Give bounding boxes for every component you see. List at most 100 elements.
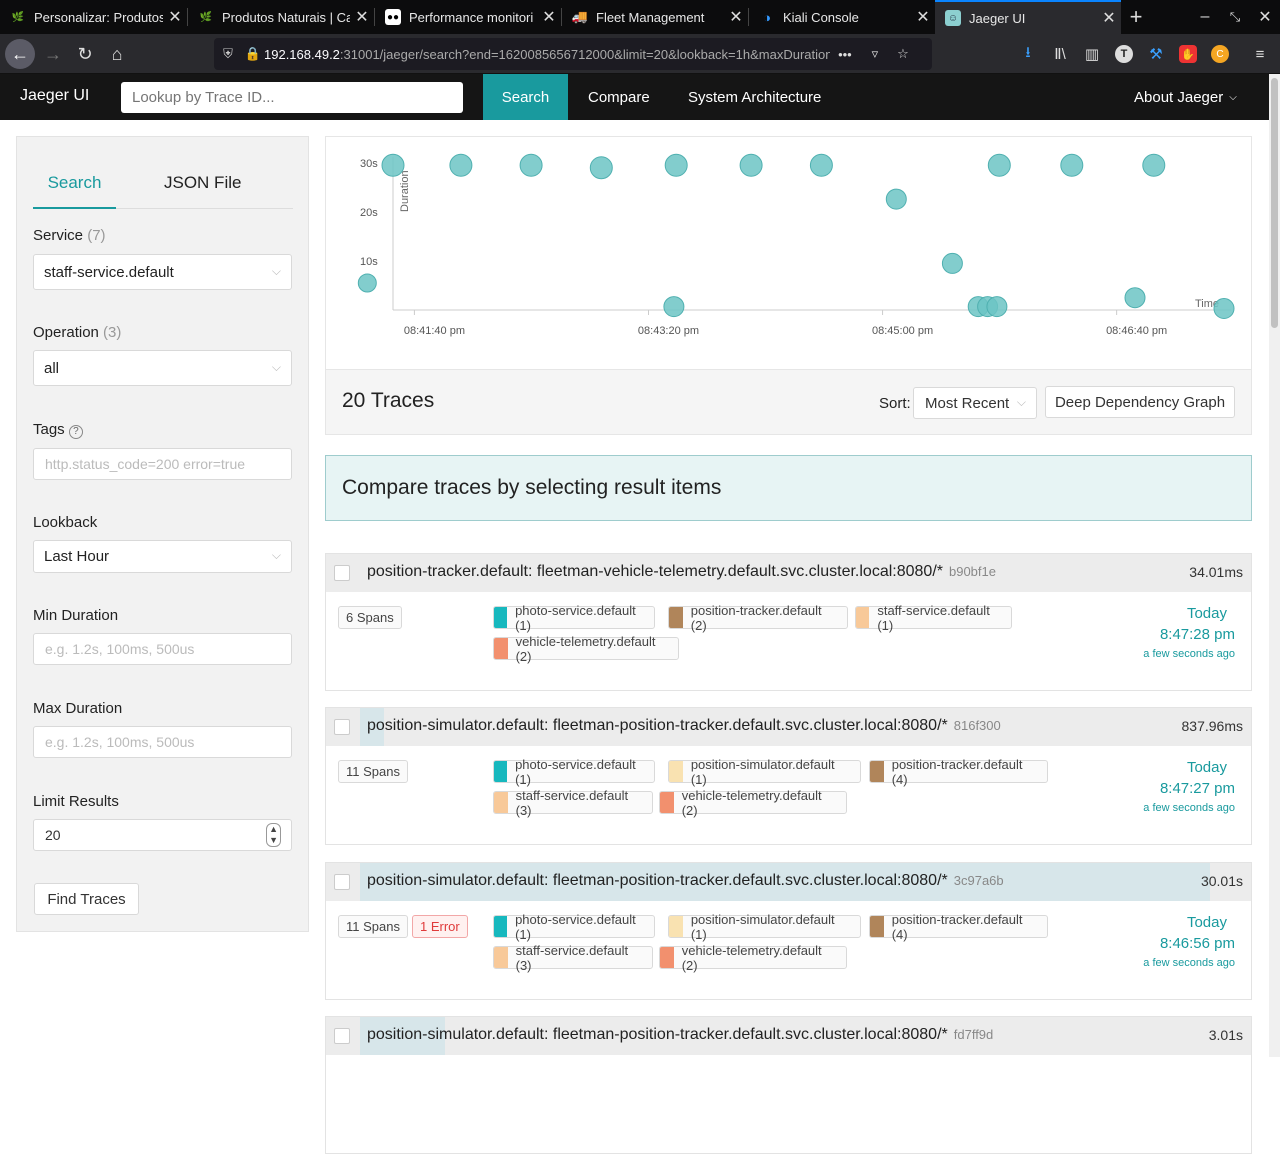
browser-tab[interactable]: 🚚 Fleet Management ✕ (562, 0, 748, 34)
close-icon[interactable]: ✕ (724, 7, 748, 27)
trace-id-lookup-input[interactable] (121, 82, 463, 113)
back-icon[interactable]: ← (5, 39, 35, 69)
compare-checkbox[interactable] (334, 565, 350, 581)
trace-point[interactable] (986, 296, 1008, 318)
trace-point[interactable] (1142, 153, 1166, 177)
chevron-down-icon: ⌵ (1229, 91, 1237, 103)
library-icon[interactable]: Ⅱ\ (1048, 42, 1072, 66)
jaeger-top-nav: Jaeger UI Search Compare System Architec… (0, 74, 1269, 120)
account-icon[interactable]: T (1112, 42, 1136, 66)
browser-tab[interactable]: ◑ Kiali Console ✕ (749, 0, 935, 34)
trace-point[interactable] (589, 156, 613, 180)
trace-point[interactable] (519, 153, 543, 177)
find-traces-button[interactable]: Find Traces (34, 883, 139, 915)
close-icon[interactable]: ✕ (163, 7, 187, 27)
devtools-icon[interactable]: ⚒ (1144, 42, 1168, 66)
trace-point[interactable] (987, 153, 1011, 177)
sort-select[interactable]: Most Recent ⌵ (913, 387, 1037, 419)
trace-header[interactable]: position-simulator.default: fleetman-pos… (326, 1017, 1251, 1055)
nav-search[interactable]: Search (483, 74, 568, 120)
deep-dependency-graph-button[interactable]: Deep Dependency Graph (1045, 386, 1235, 418)
close-icon[interactable]: ✕ (1097, 8, 1121, 28)
nav-about-jaeger[interactable]: About Jaeger ⌵ (1134, 74, 1237, 120)
trace-count: 20 Traces (342, 389, 435, 412)
min-duration-input[interactable]: e.g. 1.2s, 100ms, 500us (33, 633, 292, 665)
compare-checkbox[interactable] (334, 719, 350, 735)
tab-search[interactable]: Search (33, 169, 116, 209)
close-window-icon[interactable]: ✕ (1250, 0, 1280, 34)
trace-point[interactable] (885, 188, 907, 210)
trace-title[interactable]: position-tracker.default: fleetman-vehic… (367, 563, 996, 581)
home-icon[interactable]: ⌂ (102, 39, 132, 69)
minimize-icon[interactable]: – (1190, 0, 1220, 34)
restore-icon[interactable]: ⤡ (1220, 0, 1250, 34)
extension-icon[interactable]: C (1208, 42, 1232, 66)
tab-json-file[interactable]: JSON File (164, 169, 241, 209)
trace-header[interactable]: position-tracker.default: fleetman-vehic… (326, 554, 1251, 592)
trace-point[interactable] (1213, 298, 1235, 319)
reload-icon[interactable]: ↻ (70, 39, 100, 69)
trace-title[interactable]: position-simulator.default: fleetman-pos… (367, 717, 1001, 735)
address-bar[interactable]: ⛨ 🔒 192.168.49.2:31001/jaeger/search?end… (214, 38, 932, 70)
help-icon[interactable]: ? (68, 425, 83, 439)
trace-item[interactable]: position-simulator.default: fleetman-pos… (325, 707, 1252, 845)
browser-tab[interactable]: 🌿 Produtos Naturais | Ca ✕ (188, 0, 374, 34)
browser-tab-bar: 🌿 Personalizar: Produtos ✕ 🌿 Produtos Na… (0, 0, 1280, 34)
service-select[interactable]: staff-service.default ⌵ (33, 254, 292, 290)
page-scrollbar[interactable] (1269, 74, 1280, 1057)
browser-tab[interactable]: 🌿 Personalizar: Produtos ✕ (0, 0, 187, 34)
trace-point[interactable] (941, 252, 963, 274)
trace-point[interactable] (1060, 153, 1084, 177)
operation-select[interactable]: all ⌵ (33, 350, 292, 386)
trace-header[interactable]: position-simulator.default: fleetman-pos… (326, 863, 1251, 901)
trace-point[interactable] (357, 273, 377, 293)
download-icon[interactable]: ⭳ (1016, 42, 1040, 66)
trace-item[interactable]: position-tracker.default: fleetman-vehic… (325, 553, 1252, 691)
compare-checkbox[interactable] (334, 1028, 350, 1044)
bookmark-star-icon[interactable]: ☆ (890, 46, 916, 62)
trace-point[interactable] (663, 296, 685, 318)
trace-title[interactable]: position-simulator.default: fleetman-pos… (367, 872, 1004, 890)
trace-point[interactable] (449, 153, 473, 177)
shield-icon[interactable]: ⛨ (214, 46, 242, 62)
trace-header[interactable]: position-simulator.default: fleetman-pos… (326, 708, 1251, 746)
brand-logo[interactable]: Jaeger UI (20, 87, 89, 105)
service-tag: position-simulator.default (1) (668, 757, 861, 787)
trace-point[interactable] (664, 153, 688, 177)
trace-title[interactable]: position-simulator.default: fleetman-pos… (367, 1026, 993, 1044)
trace-point[interactable] (1124, 287, 1146, 309)
forward-icon[interactable]: → (38, 39, 68, 69)
limit-results-input[interactable]: 20 ▲ ▼ (33, 819, 292, 851)
menu-icon[interactable]: ≡ (1248, 42, 1272, 66)
adblock-icon[interactable]: ✋ (1176, 42, 1200, 66)
pocket-icon[interactable]: ▿ (860, 46, 890, 62)
trace-point[interactable] (381, 153, 405, 177)
stepper-icon[interactable]: ▲ ▼ (266, 823, 281, 847)
trace-duration: 837.96ms (1181, 718, 1243, 734)
service-label: Service (7) (33, 227, 106, 244)
service-label-text: Service (33, 227, 84, 244)
trace-point[interactable] (739, 153, 763, 177)
max-duration-input[interactable]: e.g. 1.2s, 100ms, 500us (33, 726, 292, 758)
insecure-lock-icon[interactable]: 🔒 (242, 46, 264, 62)
compare-checkbox[interactable] (334, 874, 350, 890)
sidebar-icon[interactable]: ▥ (1080, 42, 1104, 66)
close-icon[interactable]: ✕ (537, 7, 561, 27)
close-icon[interactable]: ✕ (911, 7, 935, 27)
trace-point[interactable] (809, 153, 833, 177)
scrollbar-thumb[interactable] (1271, 78, 1278, 328)
nav-compare[interactable]: Compare (588, 74, 650, 120)
more-icon[interactable]: ••• (830, 47, 860, 62)
browser-tab-active[interactable]: ☺ Jaeger UI ✕ (935, 0, 1121, 34)
close-icon[interactable]: ✕ (350, 7, 374, 27)
new-tab-icon[interactable]: + (1121, 0, 1151, 34)
nav-system-architecture[interactable]: System Architecture (688, 74, 821, 120)
service-label: position-tracker.default (4) (891, 911, 1023, 942)
lookback-select[interactable]: Last Hour ⌵ (33, 540, 292, 573)
browser-tab[interactable]: ●● Performance monitori ✕ (375, 0, 561, 34)
trace-item[interactable]: position-simulator.default: fleetman-pos… (325, 862, 1252, 1000)
medium-icon: ●● (385, 9, 401, 25)
trace-relative-time: a few seconds ago (1143, 957, 1235, 969)
trace-item[interactable]: position-simulator.default: fleetman-pos… (325, 1016, 1252, 1154)
tags-input[interactable]: http.status_code=200 error=true (33, 448, 292, 480)
